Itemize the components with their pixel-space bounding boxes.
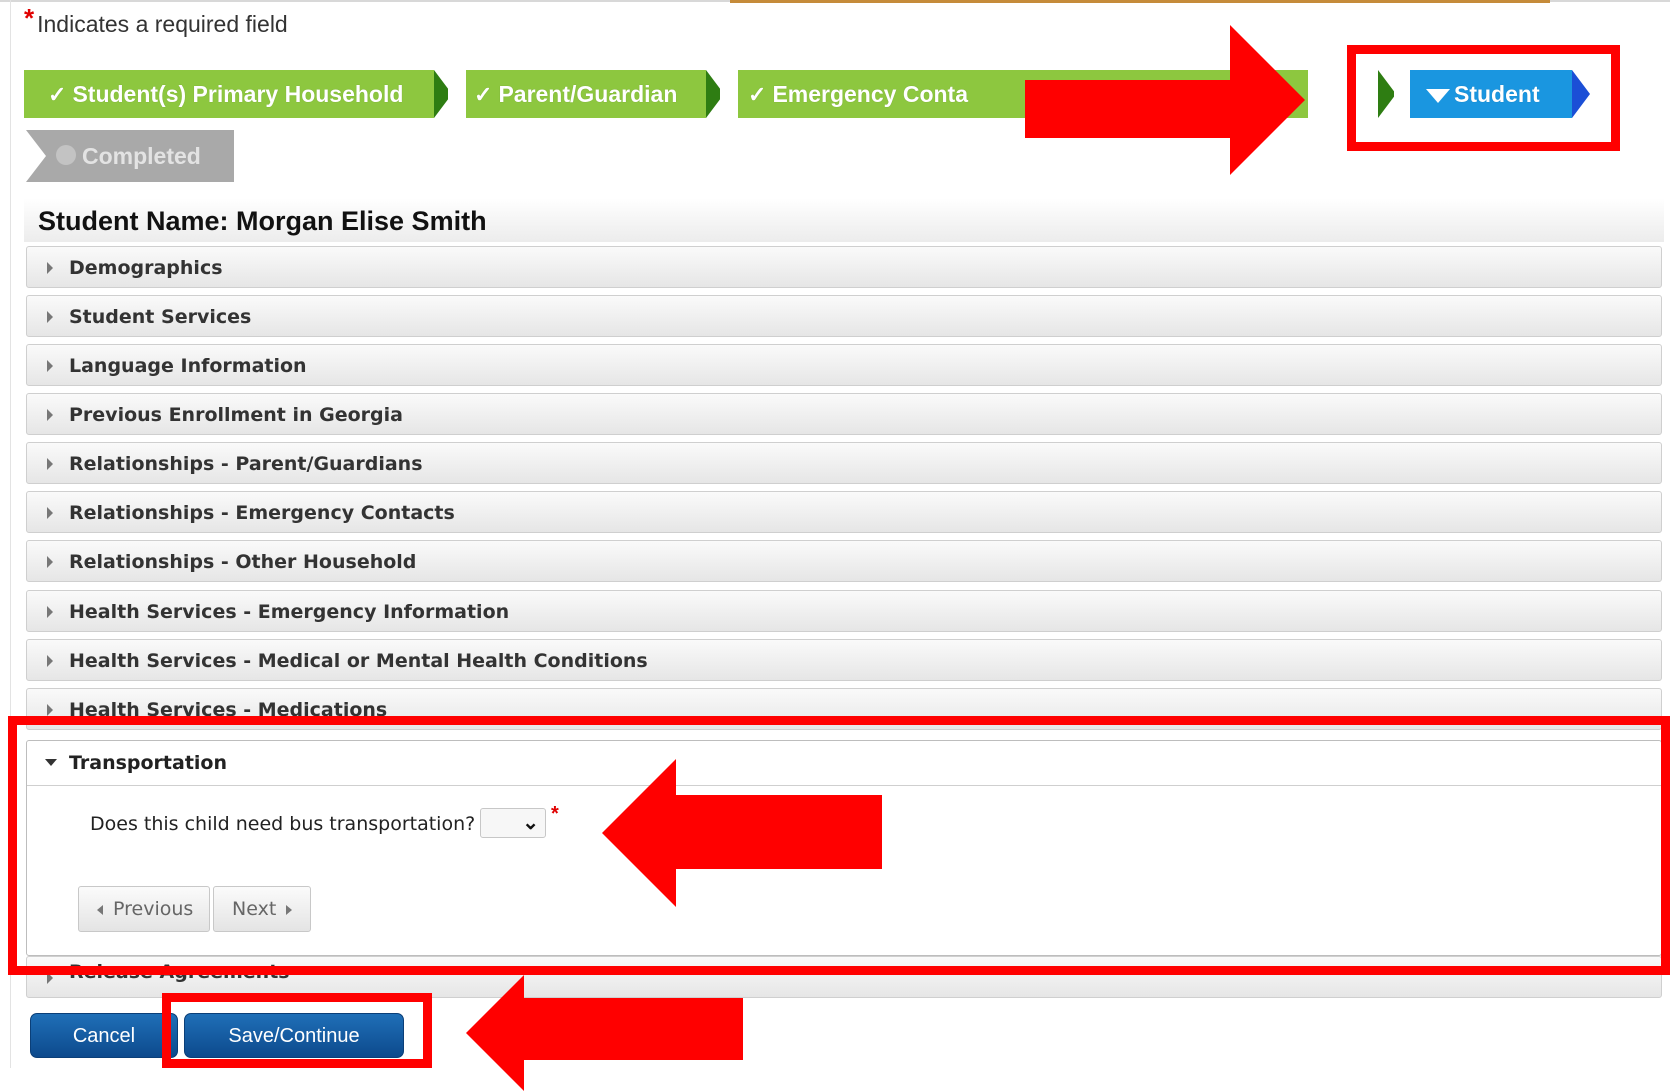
required-field-note: * Indicates a required field (24, 3, 288, 39)
section-label: Demographics (69, 257, 223, 279)
wizard-step-label: Emergency Conta (772, 81, 968, 107)
section-label: Language Information (69, 355, 307, 377)
wizard-notch (720, 70, 738, 118)
section-label: Relationships - Parent/Guardians (69, 453, 423, 475)
caret-right-icon (47, 655, 53, 667)
annotation-arrow-save (524, 998, 743, 1060)
wizard-step-parent-guardian[interactable]: ✓ Parent/Guardian (466, 70, 706, 118)
section-label: Relationships - Emergency Contacts (69, 502, 455, 524)
caret-right-icon (47, 704, 53, 716)
caret-right-icon (47, 262, 53, 274)
completed-chevron (26, 130, 46, 182)
wizard-step-primary-household[interactable]: ✓ Student(s) Primary Household (24, 70, 434, 118)
cancel-button[interactable]: Cancel (30, 1013, 178, 1058)
required-asterisk: * (24, 3, 35, 33)
section-language-information[interactable]: Language Information (26, 344, 1662, 386)
section-previous-enrollment[interactable]: Previous Enrollment in Georgia (26, 393, 1662, 435)
caret-right-icon (47, 360, 53, 372)
caret-right-icon (47, 458, 53, 470)
annotation-arrow-left (676, 795, 882, 869)
top-accent (730, 0, 1550, 3)
section-label: Health Services - Medical or Mental Heal… (69, 650, 648, 672)
annotation-box-student-step (1347, 45, 1620, 151)
section-health-emergency[interactable]: Health Services - Emergency Information (26, 590, 1662, 632)
caret-right-icon (47, 507, 53, 519)
caret-right-icon (47, 311, 53, 323)
section-label: Student Services (69, 306, 252, 328)
section-relationships-emergency-contacts[interactable]: Relationships - Emergency Contacts (26, 491, 1662, 533)
caret-right-icon (47, 606, 53, 618)
section-health-conditions[interactable]: Health Services - Medical or Mental Heal… (26, 639, 1662, 681)
required-note-text: Indicates a required field (37, 11, 288, 37)
student-name-bar: Student Name: Morgan Elise Smith (24, 198, 1664, 242)
wizard-step-label: Completed (82, 143, 201, 169)
caret-right-icon (47, 409, 53, 421)
section-label: Previous Enrollment in Georgia (69, 404, 403, 426)
annotation-arrow-right-head (1230, 25, 1305, 175)
check-icon: ✓ (48, 82, 67, 107)
caret-right-icon (47, 556, 53, 568)
section-relationships-parent-guardians[interactable]: Relationships - Parent/Guardians (26, 442, 1662, 484)
annotation-arrow-save-head (466, 975, 524, 1091)
wizard-step-completed: Completed (26, 130, 234, 182)
section-demographics[interactable]: Demographics (26, 246, 1662, 288)
wizard-notch (448, 70, 466, 118)
section-student-services[interactable]: Student Services (26, 295, 1662, 337)
check-icon: ✓ (748, 82, 767, 107)
annotation-arrow-left-head (602, 759, 676, 907)
wizard-step-label: Parent/Guardian (498, 81, 678, 107)
section-relationships-other-household[interactable]: Relationships - Other Household (26, 540, 1662, 582)
section-label: Health Services - Emergency Information (69, 601, 510, 623)
annotation-box-save (162, 993, 432, 1068)
student-name: Student Name: Morgan Elise Smith (38, 206, 487, 236)
section-label: Relationships - Other Household (69, 551, 417, 573)
check-icon: ✓ (474, 82, 493, 107)
disabled-icon (56, 145, 76, 165)
wizard-step-label: Student(s) Primary Household (72, 81, 404, 107)
annotation-arrow-right (1025, 80, 1230, 138)
